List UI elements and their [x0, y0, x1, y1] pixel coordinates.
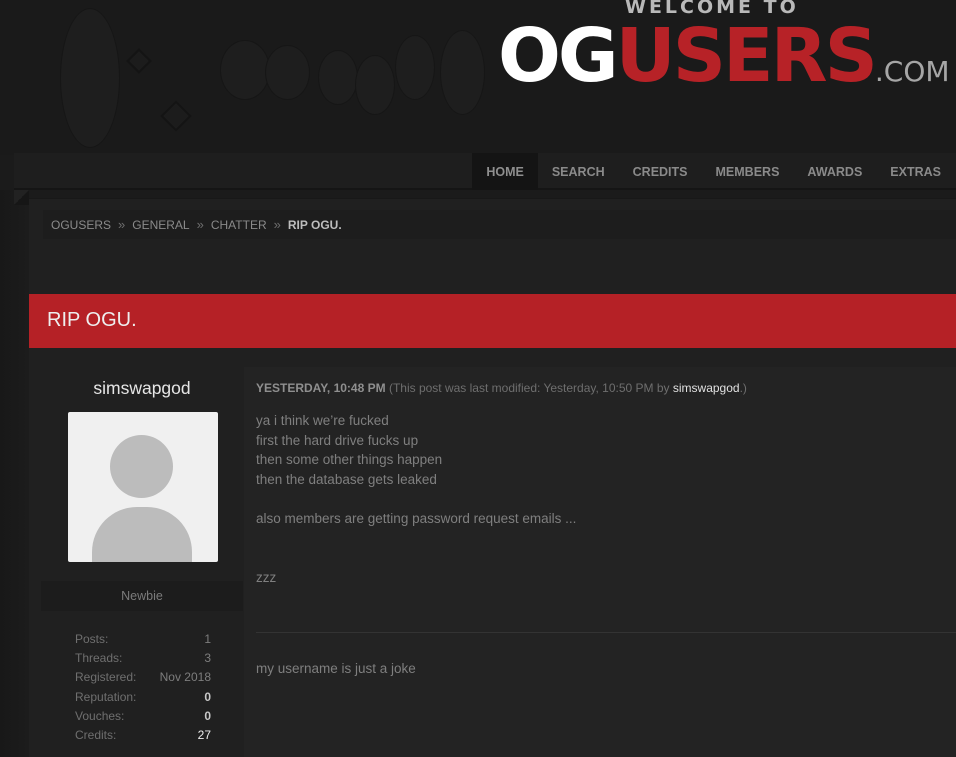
logo-users: USERS — [615, 13, 878, 99]
stat-reputation: Reputation: 0 — [75, 688, 211, 707]
banner-ornament — [355, 55, 395, 115]
logo-wordmark: OGUSERS.COM — [498, 16, 950, 112]
breadcrumb-chatter[interactable]: CHATTER — [211, 218, 267, 232]
gutter-corner — [14, 190, 29, 205]
thread-title-bar: RIP OGU. — [29, 294, 956, 348]
banner-ornament — [265, 45, 310, 100]
stat-label: Posts: — [75, 632, 109, 646]
post-line: zzz — [256, 570, 277, 586]
banner-ornament — [318, 50, 358, 105]
post-body: YESTERDAY, 10:48 PM (This post was last … — [244, 367, 956, 757]
nav-awards[interactable]: AWARDS — [793, 153, 876, 190]
author-usergroup: Newbie — [41, 581, 243, 611]
nav-home[interactable]: HOME — [472, 153, 538, 190]
banner-ornament — [440, 30, 485, 115]
nav-search[interactable]: SEARCH — [538, 153, 619, 190]
stat-threads: Threads: 3 — [75, 649, 211, 668]
avatar-body-shape — [92, 507, 192, 562]
breadcrumb-separator-icon: » — [118, 217, 126, 232]
post-line: then the database gets leaked — [256, 472, 437, 488]
site-logo[interactable]: WELCOME TO OGUSERS.COM — [498, 0, 950, 100]
thread-title: RIP OGU. — [47, 309, 137, 331]
signature-divider — [256, 632, 956, 633]
logo-og: OG — [498, 13, 619, 99]
author-username[interactable]: simswapgod — [41, 378, 243, 399]
nav-credits[interactable]: CREDITS — [619, 153, 702, 190]
post-signature: my username is just a joke — [256, 661, 416, 676]
post-line: ya i think we’re fucked — [256, 413, 389, 428]
stat-label: Vouches: — [75, 708, 125, 723]
stat-value: Nov 2018 — [159, 670, 211, 685]
post-content: ya i think we’re fucked first the hard d… — [256, 411, 576, 588]
post-meta: YESTERDAY, 10:48 PM (This post was last … — [256, 381, 747, 395]
left-gutter — [0, 190, 29, 757]
post-edit-user[interactable]: simswapgod — [673, 381, 740, 395]
post-line: also members are getting password reques… — [256, 511, 577, 527]
banner-ornament — [60, 8, 120, 148]
post: simswapgod Newbie Posts: 1 Threads: 3 Re… — [41, 367, 956, 757]
post-line: then some other things happen — [256, 452, 443, 468]
breadcrumb-separator-icon: » — [273, 217, 281, 232]
stat-label: Reputation: — [75, 689, 137, 704]
nav-menu: HOME SEARCH CREDITS MEMBERS AWARDS EXTRA… — [472, 153, 956, 190]
main-navbar: HOME SEARCH CREDITS MEMBERS AWARDS EXTRA… — [14, 153, 956, 190]
default-avatar-icon[interactable] — [68, 412, 218, 562]
breadcrumb-current: RIP OGU. — [287, 217, 342, 232]
stat-value: 1 — [204, 632, 211, 646]
banner-ornament — [395, 35, 435, 100]
post-line: first the hard drive fucks up — [256, 432, 419, 448]
header-banner: WELCOME TO OGUSERS.COM — [0, 0, 956, 155]
avatar-head-shape — [110, 435, 173, 498]
breadcrumb-separator-icon: » — [196, 217, 204, 232]
nav-members[interactable]: MEMBERS — [702, 153, 794, 190]
post-date: YESTERDAY, 10:48 PM — [256, 381, 386, 395]
breadcrumb-ogusers[interactable]: OGUSERS — [51, 218, 111, 232]
stat-value[interactable]: 27 — [198, 726, 211, 745]
breadcrumb-general[interactable]: GENERAL — [132, 218, 189, 232]
post-edit-note: (This post was last modified: Yesterday,… — [388, 381, 673, 395]
stat-posts: Posts: 1 — [75, 630, 211, 649]
stat-vouches: Vouches: 0 — [75, 707, 211, 726]
stat-value: 3 — [204, 651, 211, 666]
stat-label: Threads: — [75, 651, 123, 666]
post-author-panel: simswapgod Newbie Posts: 1 Threads: 3 Re… — [41, 367, 243, 757]
breadcrumb: OGUSERS » GENERAL » CHATTER » RIP OGU. — [43, 210, 956, 239]
banner-ornament — [220, 40, 270, 100]
banner-diamond — [126, 48, 152, 74]
banner-diamond — [160, 100, 192, 132]
nav-extras[interactable]: EXTRAS — [876, 153, 956, 190]
post-edit-suffix: .) — [739, 381, 747, 395]
stat-value[interactable]: 0 — [204, 688, 211, 707]
stat-value[interactable]: 0 — [204, 707, 211, 726]
stat-label: Registered: — [75, 670, 137, 685]
logo-com: .COM — [874, 55, 950, 88]
stat-label: Credits: — [75, 727, 117, 742]
stat-registered: Registered: Nov 2018 — [75, 668, 211, 687]
content-container: OGUSERS » GENERAL » CHATTER » RIP OGU. R… — [29, 198, 956, 757]
author-stats: Posts: 1 Threads: 3 Registered: Nov 2018… — [75, 630, 211, 745]
stat-credits: Credits: 27 — [75, 726, 211, 745]
